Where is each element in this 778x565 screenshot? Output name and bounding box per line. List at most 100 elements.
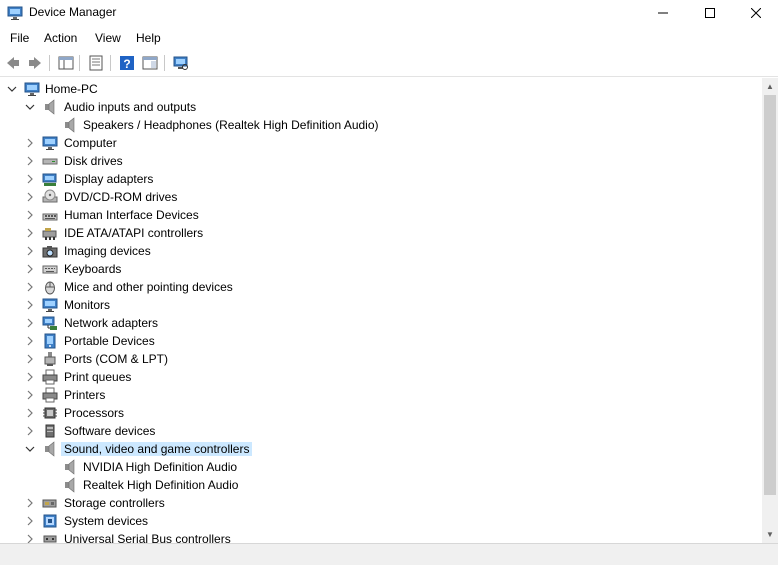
- tree-category[interactable]: DVD/CD-ROM drives: [0, 188, 760, 206]
- printer-icon: [42, 369, 58, 385]
- maximize-button[interactable]: [687, 0, 733, 26]
- expand-toggle[interactable]: [24, 332, 36, 350]
- port-icon: [44, 352, 56, 366]
- forward-button[interactable]: [25, 53, 45, 73]
- scroll-up-icon[interactable]: ▲: [762, 78, 778, 95]
- properties-view-button[interactable]: [56, 53, 76, 73]
- tree-category[interactable]: Audio inputs and outputs: [0, 98, 760, 116]
- expand-toggle[interactable]: [24, 296, 36, 314]
- close-button[interactable]: [733, 0, 778, 26]
- expand-toggle[interactable]: [24, 170, 36, 188]
- tree-category[interactable]: Print queues: [0, 368, 760, 386]
- expand-toggle[interactable]: [24, 512, 36, 530]
- tree-item-label: Display adapters: [64, 172, 154, 186]
- mouse-icon: [45, 281, 55, 295]
- tree-item-label: Home-PC: [45, 82, 98, 96]
- expand-toggle[interactable]: [24, 98, 36, 116]
- vertical-scrollbar[interactable]: ▲ ▼: [762, 78, 778, 543]
- expand-toggle[interactable]: [24, 530, 36, 543]
- tree-category[interactable]: Mice and other pointing devices: [0, 278, 760, 296]
- menu-view[interactable]: View: [95, 31, 121, 45]
- scrollbar-thumb[interactable]: [764, 95, 776, 495]
- tree-item-label: Speakers / Headphones (Realtek High Defi…: [83, 118, 379, 132]
- scroll-down-icon[interactable]: ▼: [762, 526, 778, 543]
- camera-icon: [42, 246, 58, 258]
- tree-category[interactable]: Monitors: [0, 296, 760, 314]
- tree-category[interactable]: Keyboards: [0, 260, 760, 278]
- tree-category[interactable]: Printers: [0, 386, 760, 404]
- chevron-right-icon: [27, 246, 33, 256]
- tree-category[interactable]: Software devices: [0, 422, 760, 440]
- tree-category[interactable]: Storage controllers: [0, 494, 760, 512]
- expand-toggle[interactable]: [24, 152, 36, 170]
- chevron-right-icon: [27, 426, 33, 436]
- toolbar-separator: [164, 55, 165, 71]
- expand-toggle[interactable]: [24, 134, 36, 152]
- expand-toggle[interactable]: [24, 188, 36, 206]
- monitor-icon: [42, 298, 58, 312]
- expand-toggle[interactable]: [24, 440, 36, 458]
- expand-toggle[interactable]: [24, 422, 36, 440]
- tree-category[interactable]: Display adapters: [0, 170, 760, 188]
- tree-root-node[interactable]: Home-PC: [0, 80, 760, 98]
- tree-category[interactable]: Network adapters: [0, 314, 760, 332]
- expand-toggle[interactable]: [24, 404, 36, 422]
- tree-category[interactable]: Disk drives: [0, 152, 760, 170]
- tree-device[interactable]: Speakers / Headphones (Realtek High Defi…: [0, 116, 760, 134]
- tree-item-label: Keyboards: [64, 262, 122, 276]
- tree-category[interactable]: Portable Devices: [0, 332, 760, 350]
- console-tree-button[interactable]: [86, 53, 106, 73]
- chevron-right-icon: [27, 300, 33, 310]
- tree-category[interactable]: Human Interface Devices: [0, 206, 760, 224]
- computer-icon: [24, 82, 40, 96]
- device-tree[interactable]: Home-PC Audio inputs and outputs Speakers …: [0, 78, 762, 543]
- chevron-right-icon: [27, 156, 33, 166]
- expand-toggle[interactable]: [24, 278, 36, 296]
- back-button[interactable]: [3, 53, 23, 73]
- tree-category[interactable]: Processors: [0, 404, 760, 422]
- tree-device[interactable]: Realtek High Definition Audio: [0, 476, 760, 494]
- tree-device[interactable]: NVIDIA High Definition Audio: [0, 458, 760, 476]
- window-title: Device Manager: [29, 5, 117, 19]
- software-device-icon: [45, 424, 55, 438]
- tree-category[interactable]: Imaging devices: [0, 242, 760, 260]
- tree-item-label: Disk drives: [64, 154, 123, 168]
- disk-drive-icon: [42, 158, 58, 165]
- chevron-down-icon: [25, 446, 35, 452]
- chevron-right-icon: [27, 192, 33, 202]
- tree-category[interactable]: IDE ATA/ATAPI controllers: [0, 224, 760, 242]
- expand-toggle[interactable]: [24, 206, 36, 224]
- tree-category[interactable]: System devices: [0, 512, 760, 530]
- toolbar-separator: [79, 55, 80, 71]
- minimize-icon: [658, 12, 668, 14]
- tree-item-label: Sound, video and game controllers: [61, 442, 253, 456]
- scan-hardware-button[interactable]: [171, 53, 191, 73]
- scan-hardware-icon: [173, 56, 188, 70]
- tree-item-label: Printers: [64, 388, 106, 402]
- expand-toggle[interactable]: [24, 386, 36, 404]
- minimize-button[interactable]: [640, 0, 686, 26]
- expand-toggle[interactable]: [24, 260, 36, 278]
- properties-view-icon: [58, 56, 74, 70]
- show-hide-button[interactable]: [140, 53, 160, 73]
- dvd-drive-icon: [42, 189, 58, 203]
- expand-toggle[interactable]: [24, 314, 36, 332]
- expand-toggle[interactable]: [24, 242, 36, 260]
- tree-category[interactable]: Sound, video and game controllers: [0, 440, 760, 458]
- maximize-icon: [705, 8, 715, 18]
- tree-category[interactable]: Computer: [0, 134, 760, 152]
- expand-toggle[interactable]: [24, 224, 36, 242]
- speaker-icon: [45, 99, 55, 115]
- menu-help[interactable]: Help: [136, 31, 161, 45]
- help-button[interactable]: ?: [117, 53, 137, 73]
- tree-item-label: Computer: [64, 136, 117, 150]
- tree-category[interactable]: Universal Serial Bus controllers: [0, 530, 760, 543]
- expand-toggle[interactable]: [6, 80, 18, 98]
- expand-toggle[interactable]: [24, 350, 36, 368]
- expand-toggle[interactable]: [24, 368, 36, 386]
- menu-file[interactable]: File: [10, 31, 29, 45]
- expand-toggle[interactable]: [24, 494, 36, 512]
- tree-item-label: Universal Serial Bus controllers: [64, 532, 231, 543]
- menu-action[interactable]: Action: [44, 31, 77, 45]
- tree-category[interactable]: Ports (COM & LPT): [0, 350, 760, 368]
